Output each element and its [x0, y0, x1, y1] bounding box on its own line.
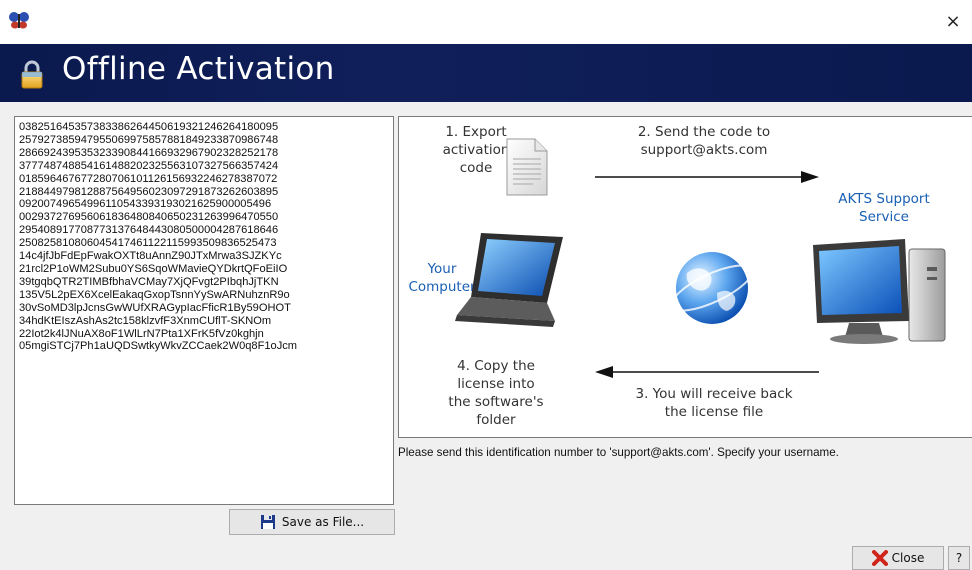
- code-line: 092007496549961105433931930216259000054​…: [19, 198, 272, 211]
- floppy-disk-icon: [260, 515, 275, 529]
- code-line: 34hdKtEIszAshAs2tc158klzvfF3XnmCUflT-SKN…: [19, 314, 272, 327]
- step2-label: 2. Send the code to support@akts.com: [619, 123, 789, 159]
- code-line: 2954089177087731376484430805000042876186…: [19, 224, 279, 237]
- code-line: 05mgiSTCj7Ph1aUQDSwtkyWkvZCCaek2W0q8F1oJ…: [19, 340, 298, 353]
- receive-arrow-icon: [595, 366, 819, 378]
- lock-icon: [21, 60, 43, 89]
- akts-support-label: AKTS Support Service: [819, 190, 949, 226]
- laptop-icon: [455, 233, 563, 327]
- instruction-text: Please send this identification number t…: [398, 446, 839, 459]
- support-line2: Service: [859, 209, 909, 225]
- close-button-label: Close: [891, 551, 925, 565]
- code-line: 2508258108060454174611221159935098365254…: [19, 237, 277, 250]
- step2-line2: support@akts.com: [640, 142, 768, 158]
- globe-icon: [670, 252, 754, 324]
- save-as-file-button[interactable]: Save as File...: [229, 509, 395, 535]
- document-icon: [506, 138, 548, 196]
- window-titlebar: ×: [0, 0, 972, 44]
- help-button[interactable]: ?: [948, 546, 970, 570]
- code-line: 2866924395353233908441669329679023282521…: [19, 146, 279, 159]
- code-line: 30vSoMD3lpJcnsGwWUfXRAGypIacFficR1By59OH…: [19, 301, 291, 314]
- page-title: Offline Activation: [62, 51, 335, 87]
- code-line: 2188449798128875649560230972918732626038…: [19, 185, 279, 198]
- activation-code-textarea[interactable]: 0382516453573833862644506193212462641800…: [14, 116, 394, 505]
- send-arrow-icon: [595, 171, 819, 183]
- activation-diagram: 1. Export activation code 2. Send the co…: [398, 116, 972, 438]
- code-line: 0185964676772807061011261569322462783870…: [19, 172, 278, 185]
- code-line: 0382516453573833862644506193212462641800…: [19, 121, 279, 133]
- code-line: 22Iot2k4lJNuAX8oF1WlLrN7Pta1XFrK5fVz0kgh…: [19, 327, 264, 340]
- step3-line1: 3. You will receive back: [635, 386, 793, 402]
- step2-line1: 2. Send the code to: [637, 124, 771, 140]
- step4-label: 4. Copy the license into the software's …: [431, 357, 561, 429]
- code-line: 2579273859479550699758578818492338709867…: [19, 133, 279, 146]
- header-banner: Offline Activation: [0, 44, 972, 102]
- code-line: 39tgqbQTR2TIMBfbhaVCMay7XjQFvgt2PIbqhJjT…: [19, 275, 279, 288]
- code-line: 3777487488541614882023255631073275663574…: [19, 159, 279, 172]
- code-line: 0029372769560618364808406502312639964705…: [19, 211, 279, 224]
- red-x-icon: [871, 550, 888, 566]
- step3-label: 3. You will receive back the license fil…: [619, 385, 809, 421]
- step4-line4: folder: [476, 412, 516, 428]
- activation-code-text: 0382516453573833862644506193212462641800…: [19, 121, 297, 353]
- step4-line1: 4. Copy the: [457, 358, 535, 374]
- save-button-label: Save as File...: [281, 515, 365, 529]
- server-computer-icon: [813, 239, 946, 344]
- code-line: 14c4jfJbFdEpFwakOXTt8uAnnZ90JTxMrwa3SJZK…: [19, 250, 282, 263]
- code-line: 21rcl2P1oWM2Subu0YS6SqoWMavieQYDkrtQFoEi…: [19, 262, 288, 275]
- step4-line2: license into: [457, 376, 535, 392]
- support-line1: AKTS Support: [838, 191, 930, 207]
- step4-line3: the software's: [448, 394, 544, 410]
- code-line: 135V5L2pEX6XcelEakaqGxopTsnnYySwARNuhznR…: [19, 288, 290, 301]
- butterfly-icon: [9, 12, 29, 29]
- step3-line2: the license file: [664, 404, 764, 420]
- window-close-button[interactable]: ×: [940, 10, 966, 34]
- close-button[interactable]: Close: [852, 546, 944, 570]
